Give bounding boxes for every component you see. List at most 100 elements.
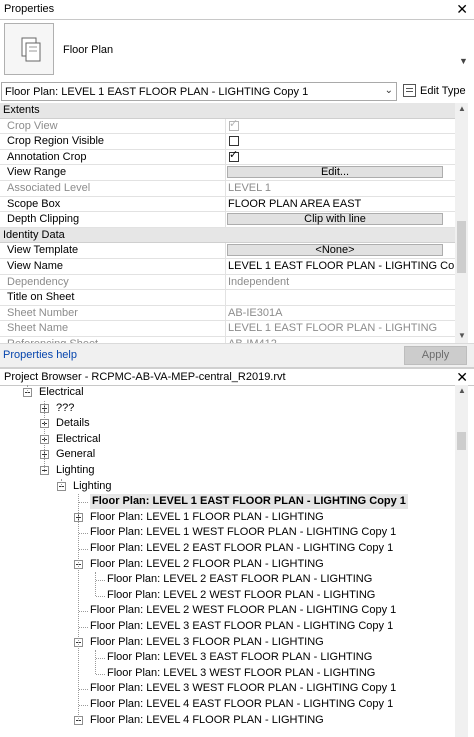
chevron-down-icon[interactable]: ▼ [459,56,468,66]
property-label: Annotation Crop [7,150,87,163]
type-selector-label: Floor Plan [63,44,114,56]
tree-view-item[interactable]: Floor Plan: LEVEL 2 EAST FLOOR PLAN - LI… [74,541,455,557]
tree-view-item[interactable]: Floor Plan: LEVEL 3 EAST FLOOR PLAN - LI… [91,650,455,666]
tree-view-item[interactable]: Floor Plan: LEVEL 2 FLOOR PLAN - LIGHTIN… [74,557,455,573]
property-value-cell[interactable] [225,290,455,306]
tree-item-label: Floor Plan: LEVEL 3 WEST FLOOR PLAN - LI… [90,682,397,695]
tree-item-label: Electrical [56,432,101,445]
tree-item-label: Floor Plan: LEVEL 3 FLOOR PLAN - LIGHTIN… [90,635,324,648]
instance-filter-dropdown[interactable]: Floor Plan: LEVEL 1 EAST FLOOR PLAN - LI… [1,82,397,101]
tree-view-item[interactable]: Floor Plan: LEVEL 1 EAST FLOOR PLAN - LI… [74,494,455,510]
property-row: Depth Clipping Clip with line [0,212,455,228]
tree-item-label: Electrical [39,386,84,398]
tree-connector [95,650,96,675]
tree-item-label: Floor Plan: LEVEL 2 FLOOR PLAN - LIGHTIN… [90,557,324,570]
scroll-up-icon[interactable]: ▲ [458,386,466,395]
property-checkbox[interactable] [229,136,239,147]
property-button[interactable]: <None> [227,244,443,257]
property-row: View Name LEVEL 1 EAST FLOOR PLAN - LIGHT… [0,259,455,275]
project-browser-close-icon[interactable]: ✕ [456,369,468,385]
tree-item-label: Floor Plan: LEVEL 2 EAST FLOOR PLAN - LI… [90,542,394,554]
property-value-cell[interactable] [225,134,455,150]
property-button[interactable]: Clip with line [227,213,443,226]
property-row: View Template <None> [0,243,455,259]
property-row: Sheet Name LEVEL 1 EAST FLOOR PLAN - LIGH… [0,321,455,337]
property-label: Depth Clipping [7,213,80,226]
tree-item-label: Lighting [73,479,112,492]
tree-view-item[interactable]: Floor Plan: LEVEL 3 EAST FLOOR PLAN - LI… [74,619,455,635]
property-row: Annotation Crop ✓ [0,148,455,166]
property-value: AB-IE301A [228,306,283,319]
property-value-cell[interactable]: <None> [225,243,455,259]
property-value-cell[interactable]: Clip with line [225,212,455,228]
checkmark-icon: ✓ [229,148,239,161]
tree-view-item[interactable]: Floor Plan: LEVEL 1 WEST FLOOR PLAN - LI… [74,525,455,541]
properties-close-icon[interactable]: ✕ [456,1,468,17]
tree-connector [96,580,105,582]
tree-folder[interactable]: Lighting [57,479,455,495]
tree-item-label: Lighting [56,464,95,476]
property-row: View Range Edit... [0,165,455,181]
tree-view-item[interactable]: Floor Plan: LEVEL 2 WEST FLOOR PLAN - LI… [74,603,455,619]
property-checkbox: ✓ [229,117,239,131]
property-row: Associated Level LEVEL 1 [0,181,455,197]
property-value: LEVEL 1 [228,182,272,194]
property-value: LEVEL 1 EAST FLOOR PLAN - LIGHTING Copy … [228,260,454,272]
property-checkbox[interactable]: ✓ [229,148,239,162]
checkmark-icon: ✓ [229,117,239,130]
type-selector[interactable]: Floor Plan ▼ [0,20,474,80]
tree-item-label: General [56,448,96,461]
project-browser-scrollbar[interactable]: ▲ [455,385,468,737]
tree-connector [79,705,88,706]
tree-view-item[interactable]: Floor Plan: LEVEL 1 FLOOR PLAN - LIGHTIN… [74,510,455,526]
property-value-cell[interactable]: LEVEL 1 EAST FLOOR PLAN - LIGHTING Copy … [225,259,455,274]
property-group-header[interactable]: Identity Data [0,227,455,244]
edit-type-button[interactable]: Edit Type [401,82,472,101]
tree-connector [78,494,79,722]
tree-folder[interactable]: Electrical [23,385,455,401]
scroll-down-icon[interactable]: ▼ [458,331,466,340]
property-label: Crop Region Visible [7,135,105,148]
tree-folder[interactable]: Lighting [40,463,455,479]
chevron-down-icon[interactable]: ⌄ [385,85,393,96]
floor-plan-icon [4,23,54,75]
tree-item-label: Floor Plan: LEVEL 2 WEST FLOOR PLAN - LI… [90,604,397,617]
tree-view-item[interactable]: Floor Plan: LEVEL 4 FLOOR PLAN - LIGHTIN… [74,713,455,729]
property-label: View Name [7,260,64,272]
property-value-cell[interactable]: FLOOR PLAN AREA EAST [225,196,455,212]
properties-help-link[interactable]: Properties help [3,349,77,361]
scrollbar-thumb[interactable] [457,432,466,450]
tree-connector [79,627,88,628]
tree-connector [79,549,88,550]
scrollbar-thumb[interactable] [457,221,466,273]
property-label: Crop View [7,119,58,132]
property-group-label: Extents [3,104,40,116]
tree-folder[interactable]: Electrical [40,432,455,448]
tree-view-item[interactable]: Floor Plan: LEVEL 3 WEST FLOOR PLAN - LI… [91,666,455,682]
tree-view-item[interactable]: Floor Plan: LEVEL 2 EAST FLOOR PLAN - LI… [91,572,455,588]
tree-connector [96,658,105,660]
tree-connector [96,595,105,597]
tree-view-item[interactable]: Floor Plan: LEVEL 3 FLOOR PLAN - LIGHTIN… [74,635,455,651]
tree-item-label: Floor Plan: LEVEL 2 EAST FLOOR PLAN - LI… [107,573,373,586]
tree-folder[interactable]: Details [40,416,455,432]
property-value: FLOOR PLAN AREA EAST [228,197,362,210]
property-label: Title on Sheet [7,291,75,304]
tree-view-item[interactable]: Floor Plan: LEVEL 3 WEST FLOOR PLAN - LI… [74,681,455,697]
tree-folder[interactable]: ??? [40,401,455,417]
property-value-cell[interactable]: ✓ [225,148,455,165]
property-value-cell[interactable]: Edit... [225,165,455,181]
tree-item-label: Floor Plan: LEVEL 4 EAST FLOOR PLAN - LI… [90,698,394,710]
scroll-up-icon[interactable]: ▲ [458,104,466,113]
tree-connector [27,385,28,393]
tree-view-item[interactable]: Floor Plan: LEVEL 2 WEST FLOOR PLAN - LI… [91,588,455,604]
tree-folder[interactable]: General [40,447,455,463]
tree-item-label: Floor Plan: LEVEL 3 EAST FLOOR PLAN - LI… [90,620,394,632]
apply-button[interactable]: Apply [404,346,467,365]
tree-view-item[interactable]: Floor Plan: LEVEL 4 EAST FLOOR PLAN - LI… [74,697,455,713]
tree-item-label: Floor Plan: LEVEL 3 EAST FLOOR PLAN - LI… [107,651,373,664]
properties-scrollbar[interactable]: ▲ ▼ [455,103,468,343]
property-button[interactable]: Edit... [227,166,443,179]
property-value-cell: LEVEL 1 [225,181,455,196]
property-group-header[interactable]: Extents [0,103,455,119]
